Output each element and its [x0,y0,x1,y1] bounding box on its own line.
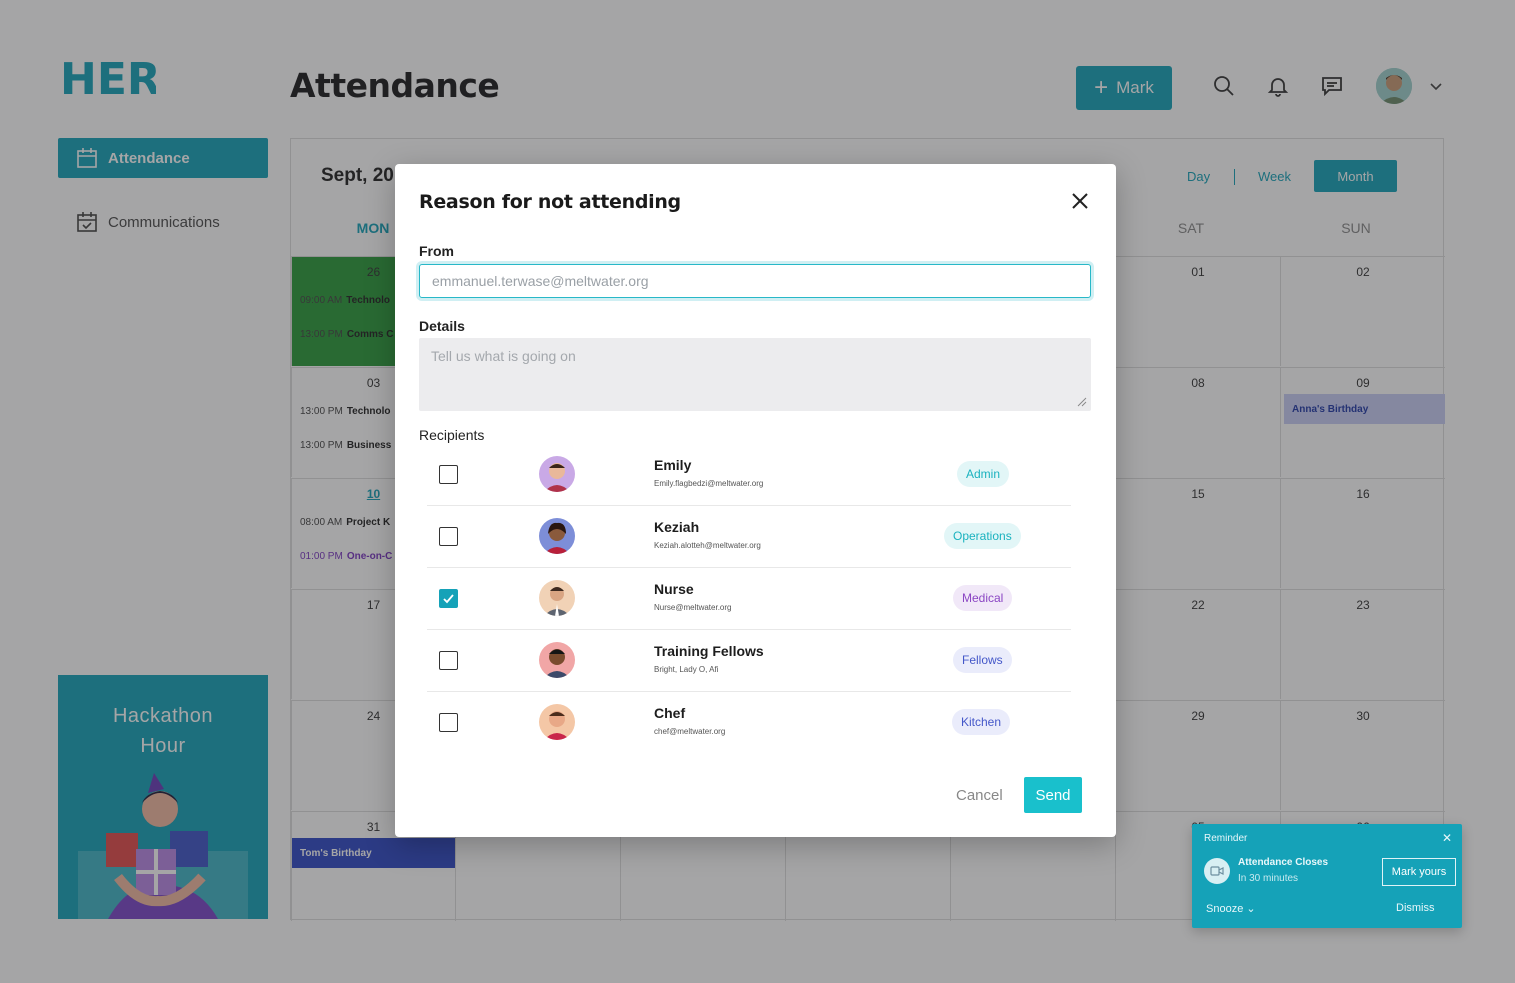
recipient-row[interactable]: Nurse Nurse@meltwater.org Medical [427,568,1071,630]
recipient-name: Training Fellows [654,643,764,659]
recipient-name: Emily [654,457,692,473]
dialog-title: Reason for not attending [419,191,681,213]
resize-handle-icon[interactable] [1077,397,1087,407]
recipient-tag: Medical [953,585,1013,611]
recipient-tag: Admin [957,461,1010,487]
reminder-toast: Reminder ✕ Attendance Closes In 30 minut… [1192,824,1462,928]
from-input[interactable] [419,264,1091,298]
avatar [539,704,575,740]
avatar [539,518,575,554]
recipient-checkbox[interactable] [439,465,458,484]
details-label: Details [419,318,465,334]
video-icon [1204,858,1230,884]
recipient-tag: Kitchen [952,709,1011,735]
recipient-name: Keziah [654,519,700,535]
send-button[interactable]: Send [1024,777,1082,813]
close-icon[interactable] [1069,190,1091,212]
toast-title: Reminder [1204,833,1248,844]
recipient-email: Keziah.alotteh@meltwater.org [654,541,761,550]
dismiss-button[interactable]: Dismiss [1396,902,1435,914]
recipient-row[interactable]: Emily Emily.flagbedzi@meltwater.org Admi… [427,444,1071,506]
recipients-label: Recipients [419,427,485,443]
recipient-email: chef@meltwater.org [654,727,726,736]
toast-close-icon[interactable]: ✕ [1442,831,1452,845]
recipient-email: Nurse@meltwater.org [654,603,732,612]
avatar [539,580,575,616]
recipient-row[interactable]: Chef chef@meltwater.org Kitchen [427,692,1071,754]
recipient-row[interactable]: Training Fellows Bright, Lady O, Afi Fel… [427,630,1071,692]
recipient-email: Bright, Lady O, Afi [654,665,719,674]
recipient-name: Chef [654,705,686,721]
recipient-checkbox[interactable] [439,713,458,732]
from-label: From [419,243,454,259]
toast-sub-text: In 30 minutes [1238,873,1299,884]
recipient-checkbox[interactable] [439,527,458,546]
recipient-row[interactable]: Keziah Keziah.alotteh@meltwater.org Oper… [427,506,1071,568]
check-icon [443,594,454,604]
reason-dialog: Reason for not attending From Details Re… [395,164,1116,837]
recipient-checkbox-checked[interactable] [439,589,458,608]
recipient-tag: Fellows [953,647,1012,673]
mark-yours-button[interactable]: Mark yours [1382,858,1456,886]
avatar [539,456,575,492]
cancel-button[interactable]: Cancel [956,787,1003,804]
recipient-tag: Operations [944,523,1021,549]
avatar [539,642,575,678]
details-textarea[interactable] [419,338,1091,411]
recipient-email: Emily.flagbedzi@meltwater.org [654,479,764,488]
recipient-checkbox[interactable] [439,651,458,670]
toast-main-text: Attendance Closes [1238,857,1329,868]
chevron-down-icon: ⌄ [1246,903,1256,915]
snooze-button[interactable]: Snooze ⌄ [1206,902,1256,915]
recipient-name: Nurse [654,581,694,597]
